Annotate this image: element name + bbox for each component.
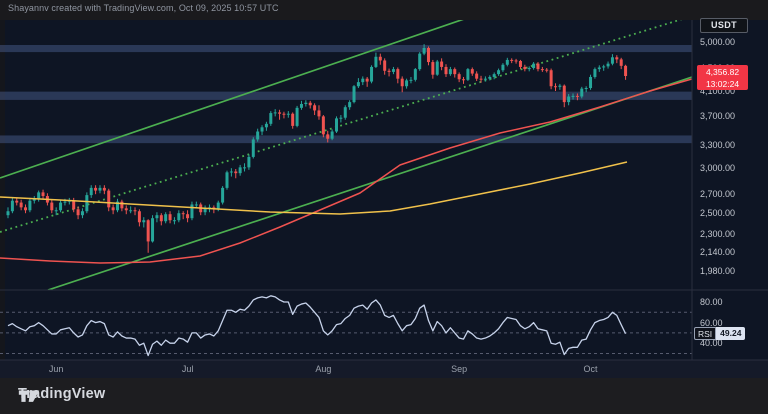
price-tick-2500: 2,500.00: [700, 208, 735, 218]
time-axis-label-aug[interactable]: Aug: [315, 364, 331, 374]
price-tick-2700: 2,700.00: [700, 189, 735, 199]
last-price-value: 4,356.82: [697, 66, 748, 78]
bar-close-countdown: 13:02:24: [697, 78, 748, 90]
price-tick-3000: 3,000.00: [700, 163, 735, 173]
price-tick-2140: 2,140.00: [700, 247, 735, 257]
price-tick-3700: 3,700.00: [700, 111, 735, 121]
time-axis-label-jul[interactable]: Jul: [182, 364, 194, 374]
last-price-badge: 4,356.82 13:02:24: [697, 65, 748, 90]
rsi-tick-80: 80.00: [700, 297, 723, 307]
price-tick-3300: 3,300.00: [700, 140, 735, 150]
quote-currency-label[interactable]: USDT: [700, 18, 748, 33]
price-tick-1980: 1,980.00: [700, 266, 735, 276]
time-axis-label-sep[interactable]: Sep: [451, 364, 467, 374]
time-axis-label-oct[interactable]: Oct: [584, 364, 598, 374]
tradingview-logo[interactable]: TradingView: [18, 386, 105, 402]
price-tick-2300: 2,300.00: [700, 229, 735, 239]
time-axis-label-jun[interactable]: Jun: [49, 364, 64, 374]
rsi-value-badge: RSI 49.24: [694, 327, 745, 340]
tradingview-logo-icon: [18, 386, 40, 406]
chart-canvas[interactable]: [0, 0, 768, 414]
rsi-indicator-label: RSI: [694, 327, 716, 340]
rsi-current-value: 49.24: [716, 327, 745, 340]
price-tick-5000: 5,000.00: [700, 37, 735, 47]
tradingview-chart-screenshot: Shayannv created with TradingView.com, O…: [0, 0, 768, 414]
